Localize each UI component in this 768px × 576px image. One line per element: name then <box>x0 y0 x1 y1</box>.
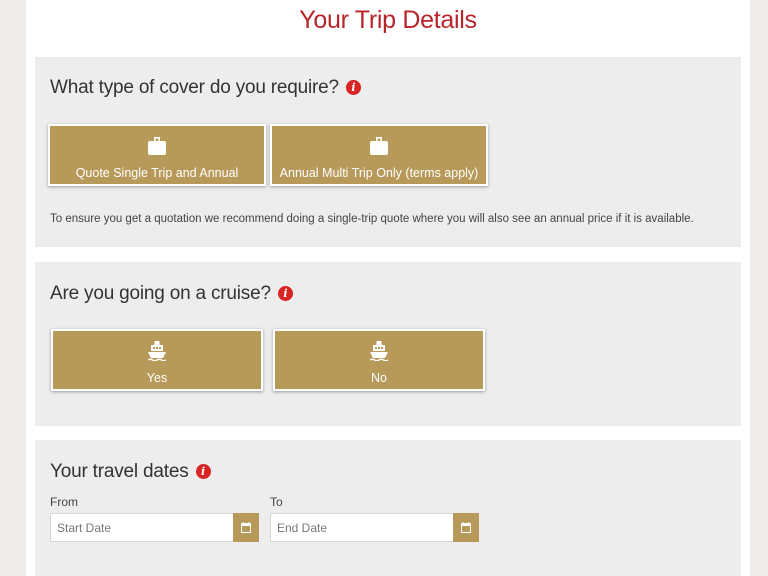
end-date-calendar-button[interactable] <box>453 513 479 542</box>
info-icon[interactable]: i <box>345 80 361 95</box>
annual-multi-trip-button[interactable]: Annual Multi Trip Only (terms apply) <box>270 124 488 186</box>
page-right-margin <box>750 0 768 576</box>
start-date-field <box>50 513 259 542</box>
single-trip-annual-button[interactable]: Quote Single Trip and Annual <box>48 124 266 186</box>
cruise-no-label: No <box>371 371 387 385</box>
start-date-input[interactable] <box>51 514 229 541</box>
cruise-no-button[interactable]: No <box>273 329 485 391</box>
info-icon[interactable]: i <box>195 464 211 479</box>
page-title: Your Trip Details <box>299 6 477 34</box>
cover-type-question: What type of cover do you require? i <box>50 77 361 99</box>
end-date-input[interactable] <box>271 514 449 541</box>
end-date-field <box>270 513 479 542</box>
cruise-question-text: Are you going on a cruise? <box>50 283 271 304</box>
suitcase-icon <box>370 137 388 155</box>
cover-type-question-text: What type of cover do you require? <box>50 77 339 98</box>
travel-dates-question-text: Your travel dates <box>50 461 189 482</box>
info-icon[interactable]: i <box>277 286 293 301</box>
calendar-icon <box>461 522 471 533</box>
suitcase-icon <box>148 137 166 155</box>
ship-icon <box>148 341 166 361</box>
cruise-question: Are you going on a cruise? i <box>50 283 293 305</box>
trip-details-page: Your Trip Details What type of cover do … <box>26 0 750 576</box>
cruise-yes-button[interactable]: Yes <box>51 329 263 391</box>
annual-multi-trip-label: Annual Multi Trip Only (terms apply) <box>279 166 479 180</box>
cruise-yes-label: Yes <box>146 371 168 385</box>
start-date-calendar-button[interactable] <box>233 513 259 542</box>
travel-dates-section: Your travel dates i From To <box>35 440 741 576</box>
to-label: To <box>270 495 283 509</box>
cover-recommendation-note: To ensure you get a quotation we recomme… <box>50 213 694 225</box>
calendar-icon <box>241 522 251 533</box>
cruise-section: Are you going on a cruise? i Yes No <box>35 262 741 426</box>
from-label: From <box>50 495 78 509</box>
travel-dates-question: Your travel dates i <box>50 461 211 483</box>
single-trip-annual-label: Quote Single Trip and Annual <box>75 166 239 180</box>
ship-icon <box>370 341 388 361</box>
cover-type-section: What type of cover do you require? i Quot… <box>35 57 741 247</box>
